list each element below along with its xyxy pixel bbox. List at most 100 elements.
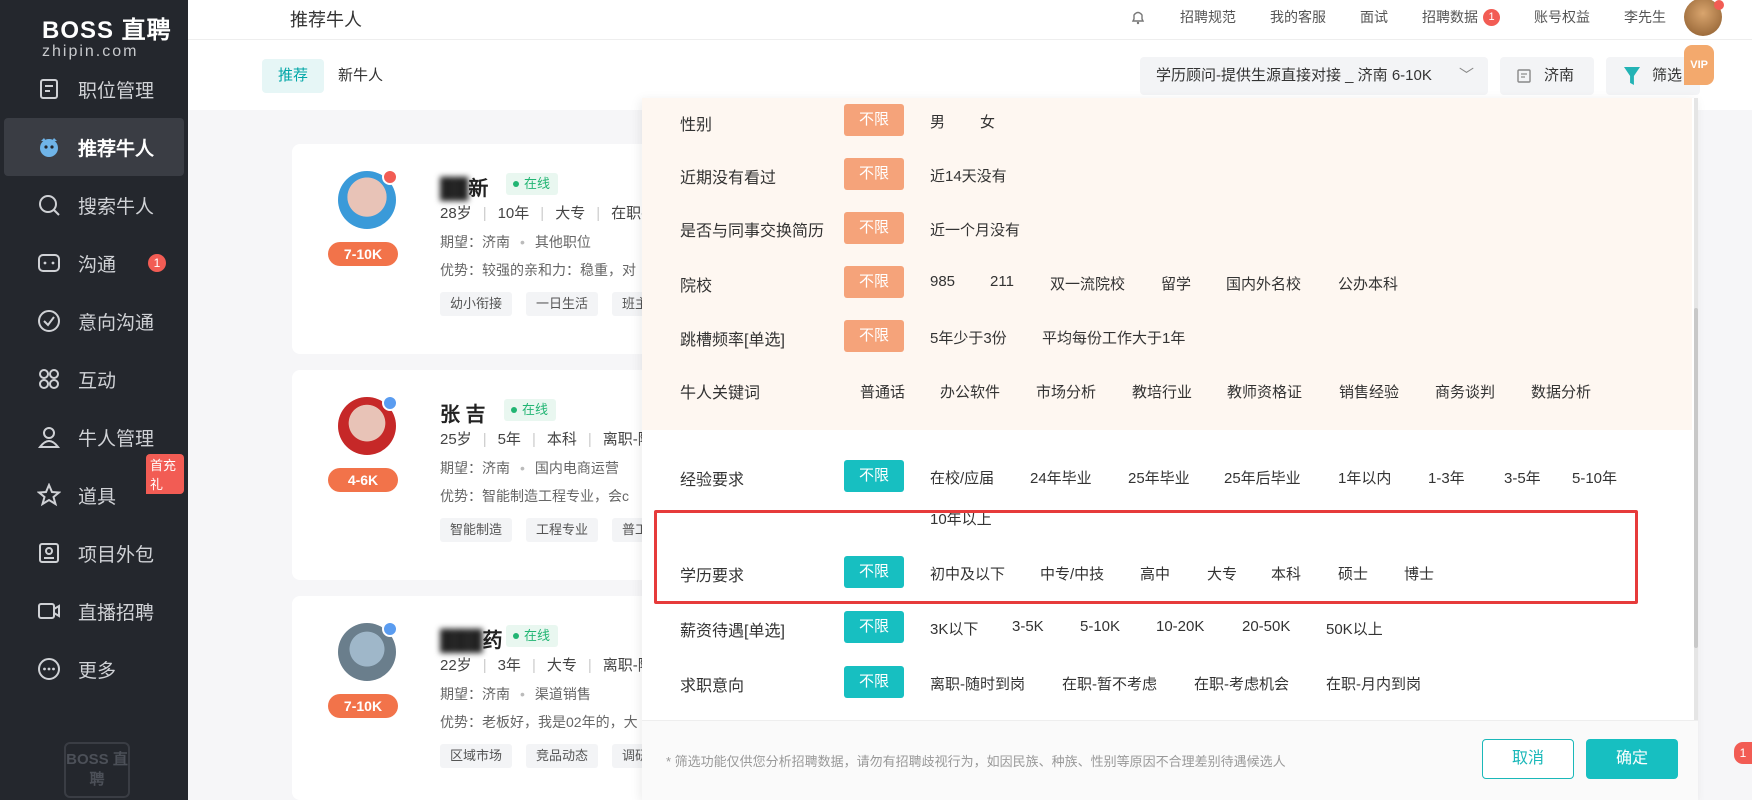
status-badge: 在线 xyxy=(504,399,557,421)
filter-option[interactable]: 3K以下 xyxy=(930,618,978,639)
filter-option[interactable]: 5-10K xyxy=(1080,618,1120,635)
filter-option[interactable]: 不限 xyxy=(844,266,904,298)
sidebar-item-props[interactable]: 道具 首充礼 xyxy=(4,454,184,524)
tab-new-talent[interactable]: 新牛人 xyxy=(322,59,399,93)
candidate-card[interactable]: 4-6K 张 吉 在线 25岁 | 5年 | 本科 | 离职-随 期望：济南 • 国内电商运营 … xyxy=(292,370,672,580)
filter-option[interactable]: 211 xyxy=(990,273,1014,290)
sidebar-item-label: 更多 xyxy=(78,660,117,682)
candidate-name-text: 药 xyxy=(482,630,503,652)
filter-option[interactable]: 25年毕业 xyxy=(1128,467,1190,488)
link-rules[interactable]: 招聘规范 xyxy=(1180,7,1236,27)
filter-label-school: 院校 xyxy=(680,278,713,295)
link-service[interactable]: 我的客服 xyxy=(1270,7,1326,27)
page-title: 推荐牛人 xyxy=(290,10,362,30)
filter-option[interactable]: 近一个月没有 xyxy=(930,219,1020,240)
link-data[interactable]: 招聘数据 1 xyxy=(1422,7,1500,27)
filter-option[interactable]: 销售经验 xyxy=(1339,381,1399,402)
filter-option[interactable]: 双一流院校 xyxy=(1050,273,1125,294)
filter-option[interactable]: 在职-暂不考虑 xyxy=(1062,673,1157,694)
panel-scrollbar[interactable] xyxy=(1694,98,1698,720)
info-edu: 大专 xyxy=(555,205,586,222)
link-account[interactable]: 账号权益 xyxy=(1534,7,1590,27)
filter-option[interactable]: 男 xyxy=(930,111,945,132)
info-status: 在职- xyxy=(611,205,647,222)
sidebar-item-recommend[interactable]: 推荐牛人 xyxy=(4,118,184,176)
sidebar-item-live[interactable]: 直播招聘 xyxy=(4,582,184,640)
city-button[interactable]: 济南 xyxy=(1500,57,1594,95)
filter-button[interactable]: 筛选 VIP xyxy=(1606,45,1714,95)
filter-option[interactable]: 985 xyxy=(930,273,955,290)
corner-badge[interactable]: 1 xyxy=(1734,742,1752,764)
sidebar-item-jobs[interactable]: 职位管理 xyxy=(4,60,184,118)
filter-option[interactable]: 普通话 xyxy=(860,381,905,402)
bell-icon[interactable] xyxy=(1130,9,1146,25)
filter-option[interactable]: 离职-随时到岗 xyxy=(930,673,1025,694)
search-icon xyxy=(36,192,62,218)
filter-option[interactable]: 国内外名校 xyxy=(1226,273,1301,294)
brand-logo[interactable]: BOSS 直聘 zhipin.com xyxy=(0,0,188,60)
filter-option[interactable]: 在职-月内到岗 xyxy=(1326,673,1421,694)
filter-option[interactable]: 不限 xyxy=(844,104,904,136)
filter-option[interactable]: 不限 xyxy=(844,611,904,643)
filter-option[interactable]: 1年以内 xyxy=(1338,467,1391,488)
filter-option[interactable]: 在校/应届 xyxy=(930,467,994,488)
expect-job: 其他职位 xyxy=(534,234,591,250)
user-name[interactable]: 李先生 xyxy=(1624,7,1666,27)
sidebar-item-search[interactable]: 搜索牛人 xyxy=(4,176,184,234)
sidebar-item-label: 推荐牛人 xyxy=(78,138,155,160)
sidebar-item-interaction[interactable]: 互动 xyxy=(4,350,184,408)
filter-option[interactable]: 数据分析 xyxy=(1531,381,1591,402)
filter-option[interactable]: 留学 xyxy=(1161,273,1191,294)
filter-option[interactable]: 不限 xyxy=(844,460,904,492)
sidebar-item-outsource[interactable]: 项目外包 xyxy=(4,524,184,582)
filter-option[interactable]: 3-5K xyxy=(1012,618,1044,635)
info-exp: 5年 xyxy=(497,431,521,448)
star-icon xyxy=(36,482,62,508)
filter-option[interactable]: 50K以上 xyxy=(1326,618,1383,639)
filter-option[interactable]: 3-5年 xyxy=(1504,467,1541,488)
filter-option[interactable]: 5-10年 xyxy=(1572,467,1617,488)
filter-label: 筛选 xyxy=(1652,67,1683,84)
candidate-card[interactable]: 7-10K ███药 在线 22岁 | 3年 | 大专 | 离职-随 期望：济南 • 渠道销售 … xyxy=(292,596,672,800)
filter-option[interactable]: 办公软件 xyxy=(940,381,1000,402)
building-icon xyxy=(1516,57,1532,95)
filter-option[interactable]: 10-20K xyxy=(1156,618,1204,635)
sidebar-item-chat[interactable]: 沟通 1 xyxy=(4,234,184,292)
sidebar-item-intent-chat[interactable]: 意向沟通 xyxy=(4,292,184,350)
avatar[interactable] xyxy=(1684,0,1724,36)
filter-option[interactable]: 1-3年 xyxy=(1428,467,1465,488)
sidebar-item-more[interactable]: 更多 xyxy=(4,640,184,698)
filter-option[interactable]: 公办本科 xyxy=(1338,273,1398,294)
confirm-button[interactable]: 确定 xyxy=(1586,739,1678,779)
cancel-button[interactable]: 取消 xyxy=(1482,739,1574,779)
candidate-avatar xyxy=(338,169,398,229)
filter-option[interactable]: 教师资格证 xyxy=(1227,381,1302,402)
expect-job: 国内电商运营 xyxy=(534,460,619,476)
tab-recommend[interactable]: 推荐 xyxy=(262,59,325,93)
job-select[interactable]: 学历顾问-提供生源直接对接 _ 济南 6-10K ﹀ xyxy=(1140,57,1488,95)
filter-option[interactable]: 女 xyxy=(980,111,995,132)
filter-option[interactable]: 不限 xyxy=(844,158,904,190)
link-interview[interactable]: 面试 xyxy=(1360,7,1388,27)
filter-option[interactable]: 平均每份工作大于1年 xyxy=(1042,327,1185,348)
filter-option[interactable]: 25年后毕业 xyxy=(1224,467,1301,488)
filter-option[interactable]: 市场分析 xyxy=(1036,381,1096,402)
filter-option[interactable]: 不限 xyxy=(844,320,904,352)
filter-option[interactable]: 商务谈判 xyxy=(1435,381,1495,402)
filter-label-intent: 求职意向 xyxy=(680,678,745,695)
filter-option[interactable]: 教培行业 xyxy=(1132,381,1192,402)
filter-option[interactable]: 不限 xyxy=(844,666,904,698)
filter-option[interactable]: 不限 xyxy=(844,212,904,244)
filter-option[interactable]: 在职-考虑机会 xyxy=(1194,673,1289,694)
header-links: 招聘规范 我的客服 面试 招聘数据 1 账号权益 李先生 xyxy=(1130,0,1752,36)
filter-option[interactable]: 近14天没有 xyxy=(930,165,1007,186)
filter-option[interactable]: 20-50K xyxy=(1242,618,1290,635)
sidebar-item-label: 意向沟通 xyxy=(78,312,155,334)
tag: 智能制造 xyxy=(440,518,513,542)
brand-name: BOSS 直聘 xyxy=(42,17,172,44)
sidebar-item-label: 道具 xyxy=(78,486,117,508)
candidate-card[interactable]: 7-10K ██新 在线 28岁 | 10年 | 大专 | 在职- 期望：济南 • 其他职位 优… xyxy=(292,144,672,354)
filter-option[interactable]: 24年毕业 xyxy=(1030,467,1092,488)
filter-option[interactable]: 5年少于3份 xyxy=(930,327,1007,348)
brand-domain: zhipin.com xyxy=(42,43,139,60)
